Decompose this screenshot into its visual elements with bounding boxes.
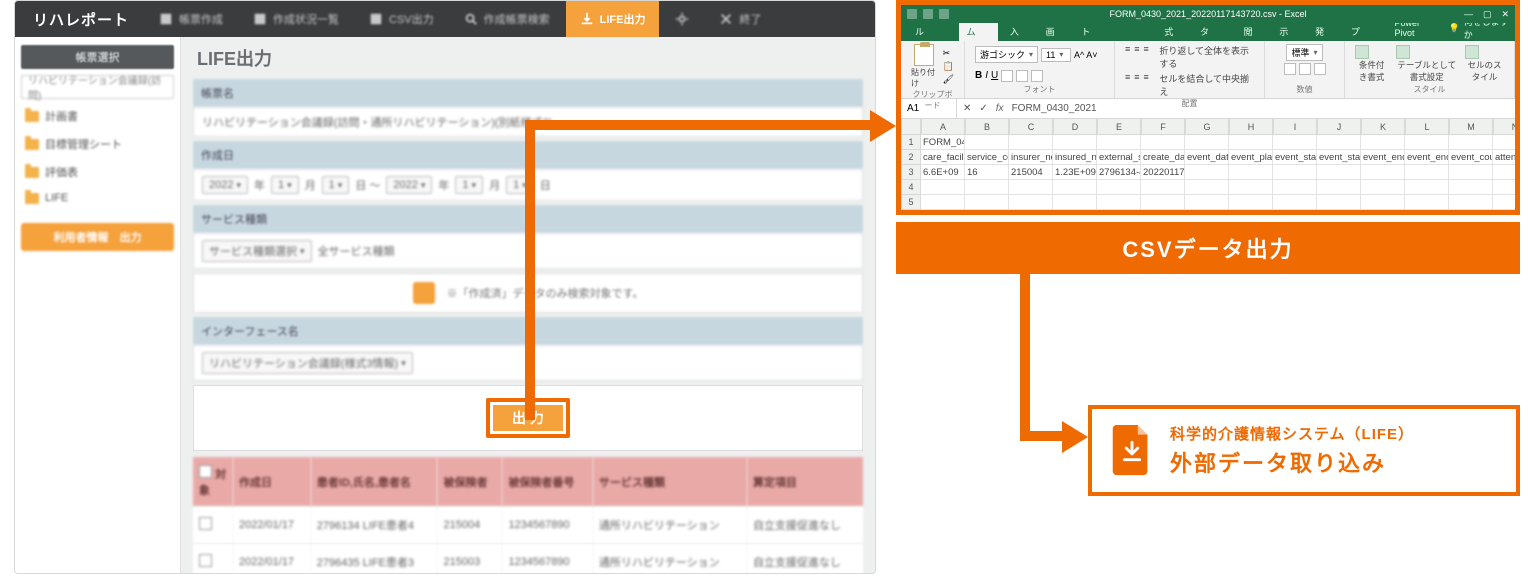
- table-format-icon[interactable]: [1396, 45, 1410, 59]
- arrow-icon: [1062, 421, 1088, 453]
- interface-select[interactable]: リハビリテーション会議録(様式3情報): [202, 352, 413, 374]
- cell-style-icon[interactable]: [1465, 45, 1479, 59]
- top-nav: リハレポート 帳票作成 作成状況一覧 CSV出力 作成帳票検索 LIFE出力 終…: [15, 1, 875, 37]
- app-window: リハレポート 帳票作成 作成状況一覧 CSV出力 作成帳票検索 LIFE出力 終…: [14, 0, 876, 574]
- nav-life-output[interactable]: LIFE出力: [566, 1, 660, 37]
- sidebar-item-2[interactable]: 評価表: [21, 161, 174, 183]
- nav-csv-output[interactable]: CSV出力: [355, 1, 448, 37]
- sheet-grid[interactable]: ABCDEFGHIJKLMN 1 FORM_0430_2021 2 care_f…: [901, 119, 1515, 210]
- life-import-box: 科学的介護情報システム（LIFE） 外部データ取り込み: [1088, 405, 1520, 496]
- year1-select[interactable]: 2022: [202, 176, 248, 194]
- excel-window: FORM_0430_2021_20220117143720.csv - Exce…: [896, 0, 1520, 215]
- result-table: 対象 作成日 患者ID,氏名,患者名 被保険者 被保険者番号 サービス種類 算定…: [193, 457, 863, 573]
- table-row[interactable]: 2022/01/17 2796134 LIFE患者4 215004 123456…: [193, 507, 863, 544]
- ribbon: 貼り付け ✂📋🖌 クリップボード 游ゴシック 11 A^ A˅ BIU フォント…: [901, 41, 1515, 99]
- paste-button[interactable]: 貼り付け: [911, 44, 937, 89]
- numfmt-select[interactable]: 標準: [1286, 44, 1322, 61]
- row-checkbox[interactable]: [199, 554, 212, 567]
- checkbox-all[interactable]: [199, 465, 212, 478]
- window-controls[interactable]: —▢✕: [1464, 9, 1509, 20]
- csv-caption: CSVデータ出力: [896, 222, 1520, 274]
- font-select[interactable]: 游ゴシック: [975, 46, 1038, 63]
- sidebar: 帳票選択 リハビリテーション会議録(訪問) 計画書 目標管理シート 評価表 LI…: [15, 37, 181, 573]
- excel-titlebar: FORM_0430_2021_20220117143720.csv - Exce…: [901, 5, 1515, 23]
- page-title: LIFE出力: [193, 45, 863, 71]
- year2-select[interactable]: 2022: [386, 176, 432, 194]
- search-button-icon[interactable]: [413, 282, 435, 304]
- connector-vertical-1: [525, 120, 535, 420]
- folder-icon: [25, 193, 39, 204]
- sidebar-item-0[interactable]: 計画書: [21, 105, 174, 127]
- size-select[interactable]: 11: [1041, 48, 1071, 62]
- sec-report-name: 帳票名: [193, 79, 863, 107]
- col-headers: ABCDEFGHIJKLMN: [901, 119, 1515, 135]
- formula-value[interactable]: FORM_0430_2021: [1012, 103, 1097, 114]
- arrow-icon: [870, 110, 896, 142]
- life-line2: 外部データ取り込み: [1170, 446, 1414, 478]
- clipboard-icon: [914, 44, 934, 66]
- connector-horizontal-1: [525, 120, 877, 130]
- notice-text: ※「作成済」データのみ検索対象です。: [447, 285, 644, 301]
- nav-exit[interactable]: 終了: [705, 1, 775, 37]
- sidebar-item-1[interactable]: 目標管理シート: [21, 133, 174, 155]
- nav-search[interactable]: 作成帳票検索: [450, 1, 564, 37]
- folder-icon: [25, 167, 39, 178]
- table-row[interactable]: 2022/01/17 2796435 LIFE患者3 215003 123456…: [193, 544, 863, 574]
- nav-report-create[interactable]: 帳票作成: [145, 1, 237, 37]
- nav-status-list[interactable]: 作成状況一覧: [239, 1, 353, 37]
- excel-title: FORM_0430_2021_20220117143720.csv - Exce…: [1110, 9, 1307, 19]
- sidebar-user-export[interactable]: 利用者情報 出力: [21, 223, 174, 251]
- connector-vertical-2: [1020, 268, 1030, 440]
- nav-settings[interactable]: [661, 1, 703, 37]
- cond-format-icon[interactable]: [1355, 45, 1369, 59]
- ribbon-tabs: ファイル ホーム 挿入 描画 ページレイアウト 数式 データ 校閲 表示 開発 …: [901, 23, 1515, 41]
- life-line1: 科学的介護情報システム（LIFE）: [1170, 423, 1414, 444]
- download-file-icon: [1110, 425, 1154, 477]
- service-select-btn[interactable]: サービス種類選択: [202, 240, 312, 262]
- app-logo: リハレポート: [19, 9, 143, 30]
- name-box[interactable]: A1: [901, 99, 957, 118]
- m1-select[interactable]: 1: [271, 176, 299, 194]
- folder-icon: [25, 111, 39, 122]
- folder-icon: [25, 139, 39, 150]
- sidebar-title: 帳票選択: [21, 45, 174, 69]
- row-checkbox[interactable]: [199, 517, 212, 530]
- sidebar-item-3[interactable]: LIFE: [21, 189, 174, 207]
- sidebar-search[interactable]: リハビリテーション会議録(訪問): [21, 75, 174, 99]
- d1-select[interactable]: 1: [322, 176, 350, 194]
- qat-icons: [907, 9, 949, 19]
- m2-select[interactable]: 1: [455, 176, 483, 194]
